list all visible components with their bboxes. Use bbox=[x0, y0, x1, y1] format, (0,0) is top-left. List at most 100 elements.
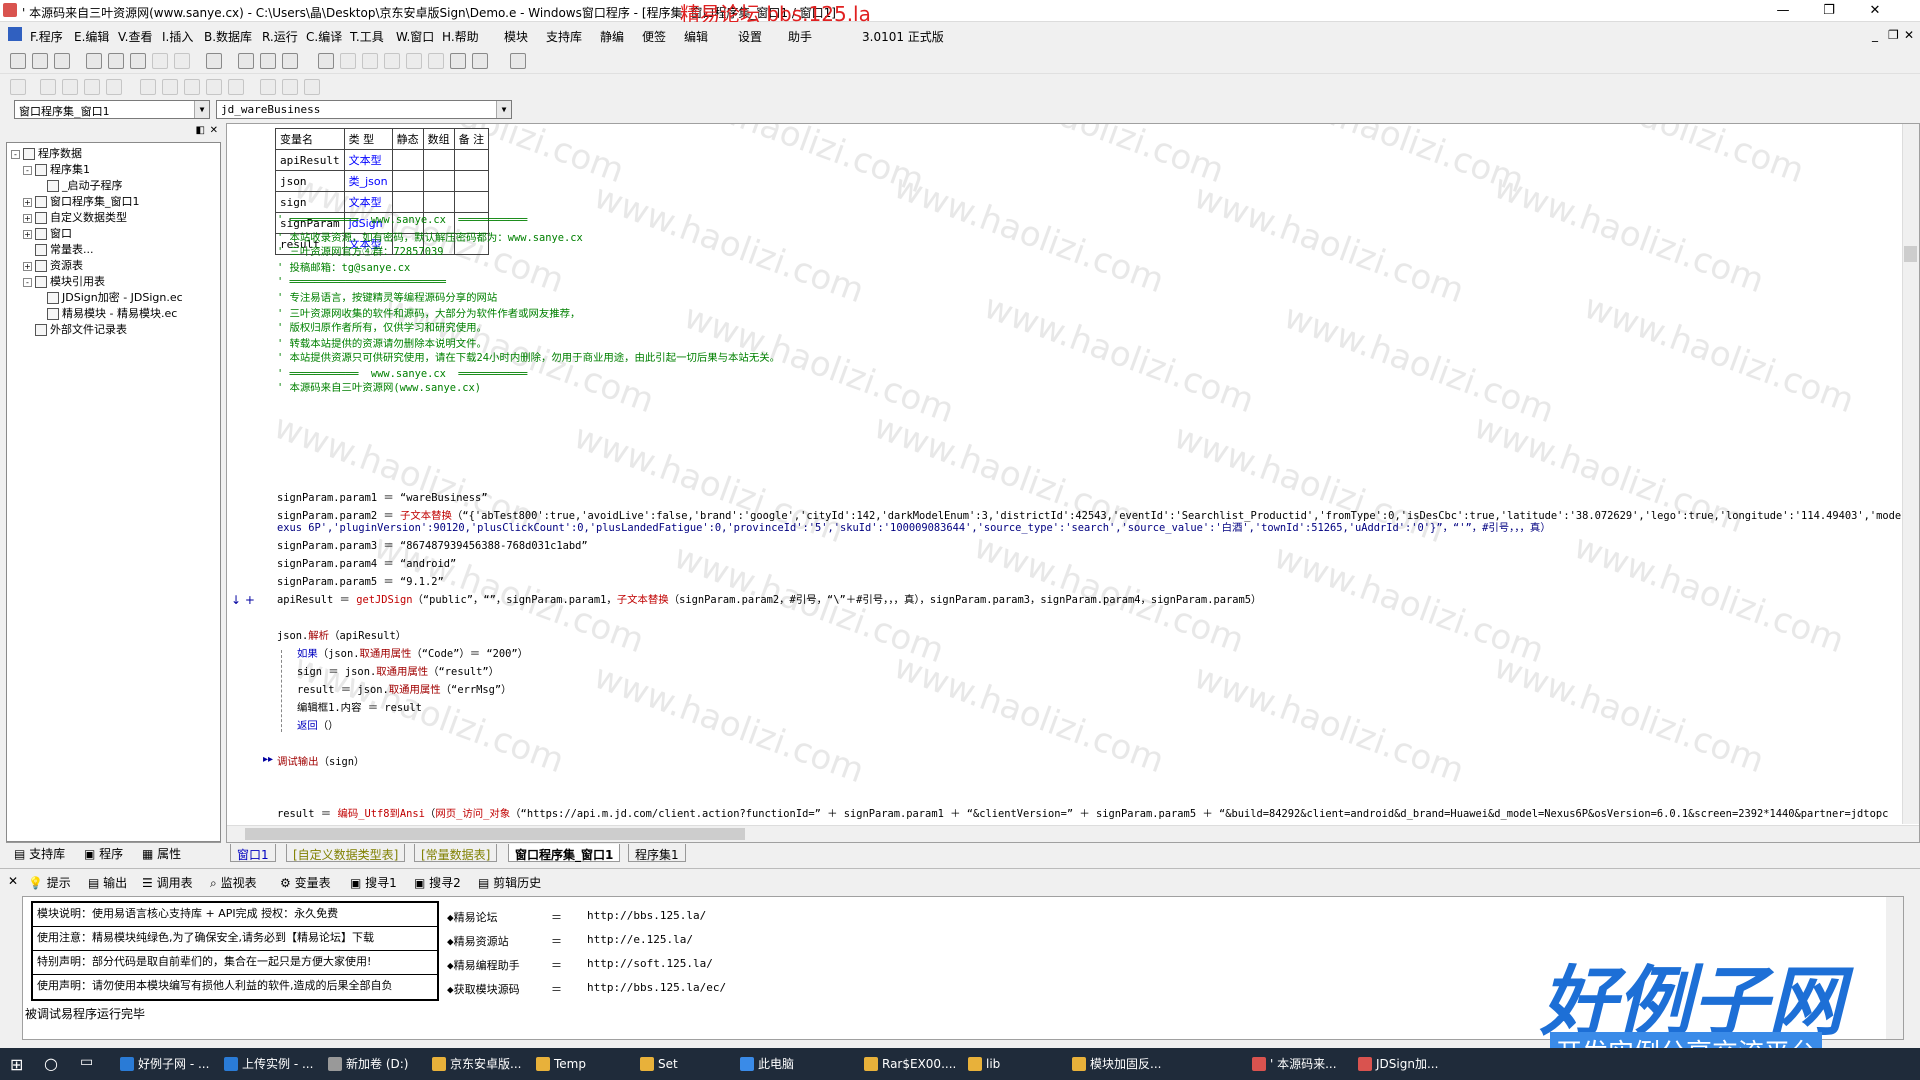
menu-support-lib[interactable]: 支持库 bbox=[546, 28, 582, 45]
var-remark-cell[interactable] bbox=[453, 191, 490, 213]
taskbar-item[interactable]: 新加卷 (D:) bbox=[326, 1052, 408, 1076]
taskbar-item[interactable]: 上传实例 - ... bbox=[222, 1052, 313, 1076]
space-v-icon[interactable] bbox=[282, 79, 298, 95]
var-array-cell[interactable] bbox=[422, 170, 455, 192]
var-type-cell[interactable]: 类_json bbox=[343, 170, 393, 192]
code-line-param2-cont[interactable]: exus 6P','pluginVersion':90120,'plusClic… bbox=[277, 522, 1551, 534]
align-bottom-icon[interactable] bbox=[106, 79, 122, 95]
same-width-icon[interactable] bbox=[184, 79, 200, 95]
output-scrollbar[interactable] bbox=[1886, 897, 1903, 1039]
same-size-icon[interactable] bbox=[228, 79, 244, 95]
pin-icon[interactable]: ◧ bbox=[196, 125, 205, 136]
tab-support-lib[interactable]: ▤ 支持库 bbox=[14, 845, 65, 861]
menu-program[interactable]: F.程序 bbox=[30, 28, 63, 45]
scroll-thumb[interactable] bbox=[245, 828, 745, 840]
menu-static-compile[interactable]: 静编 bbox=[600, 28, 624, 45]
menu-compile[interactable]: C.编译 bbox=[306, 28, 342, 45]
comment-line[interactable]: ' ═══════════ www.sanye.cx ═══════════ bbox=[277, 214, 527, 226]
layout1-icon[interactable] bbox=[238, 53, 254, 69]
align-left-icon[interactable] bbox=[40, 79, 56, 95]
expand-icon[interactable]: + bbox=[23, 213, 32, 223]
tab-variables[interactable]: ⚙ 变量表 bbox=[280, 874, 331, 891]
comment-line[interactable]: ' ═════════════════════════ bbox=[277, 276, 446, 288]
taskbar-item[interactable]: 此电脑 bbox=[738, 1052, 794, 1076]
collapse-icon[interactable]: - bbox=[23, 165, 32, 175]
cut-icon[interactable] bbox=[86, 53, 102, 69]
code-line-param3[interactable]: signParam.param3 ＝ “867487939456388-768d… bbox=[277, 540, 588, 552]
minimize-button[interactable]: — bbox=[1760, 0, 1806, 22]
tree-item[interactable]: + 自定义数据类型 bbox=[23, 210, 127, 226]
table-row[interactable]: sign 文本型 bbox=[275, 191, 490, 213]
code-editor[interactable]: www.haolizi.com www.haolizi.com www.haoliz… bbox=[226, 123, 1920, 843]
tab-watch[interactable]: ⌕ 监视表 bbox=[210, 874, 257, 891]
link-url[interactable]: http://soft.125.la/ bbox=[587, 957, 713, 970]
expand-arrow-icon[interactable]: ▸▸ bbox=[263, 754, 273, 765]
tree-item[interactable]: - 程序集1 bbox=[23, 162, 90, 178]
taskbar-item[interactable]: JDSign加... bbox=[1356, 1052, 1438, 1076]
tab-window-assembly[interactable]: 窗口程序集_窗口1 bbox=[508, 844, 621, 862]
menu-window[interactable]: W.窗口 bbox=[396, 28, 434, 45]
menu-module[interactable]: 模块 bbox=[504, 28, 528, 45]
assembly-select[interactable]: 窗口程序集_窗口1 ▼ bbox=[14, 100, 210, 119]
step-out-icon[interactable] bbox=[406, 53, 422, 69]
comment-line[interactable]: ' 投稿邮箱：tg@sanye.cx bbox=[277, 262, 410, 274]
editor-horizontal-scrollbar[interactable] bbox=[227, 825, 1919, 842]
breakpoint-icon[interactable] bbox=[450, 53, 466, 69]
run-icon[interactable] bbox=[318, 53, 334, 69]
var-static-cell[interactable] bbox=[391, 149, 424, 171]
table-row[interactable]: apiResult 文本型 bbox=[275, 149, 490, 171]
comment-line[interactable]: ' 版权归原作者所有，仅供学习和研究使用。 bbox=[277, 322, 487, 334]
link-url[interactable]: http://bbs.125.la/ bbox=[587, 909, 706, 922]
child-restore-button[interactable]: ❐ bbox=[1888, 28, 1899, 42]
collapse-icon[interactable]: - bbox=[11, 149, 20, 159]
editor-vertical-scrollbar[interactable] bbox=[1902, 124, 1919, 824]
taskbar-item[interactable]: 好例子网 - ... bbox=[118, 1052, 209, 1076]
child-close-button[interactable]: ✕ bbox=[1904, 28, 1914, 42]
code-line-request[interactable]: result ＝ 编码_Utf8到Ansi（网页_访问_对象（“https://… bbox=[277, 808, 1888, 820]
menu-editor[interactable]: 编辑 bbox=[684, 28, 708, 45]
menu-edit[interactable]: E.编辑 bbox=[74, 28, 109, 45]
step-into-icon[interactable] bbox=[384, 53, 400, 69]
comment-line[interactable]: ' 本站提供资源只可供研究使用，请在下载24小时内删除，勿用于商业用途，由此引起… bbox=[277, 352, 780, 364]
var-static-cell[interactable] bbox=[391, 191, 424, 213]
tree-item[interactable]: 常量表... bbox=[23, 242, 94, 258]
expand-icon[interactable]: + bbox=[23, 261, 32, 271]
expand-icon[interactable]: + bbox=[23, 197, 32, 207]
code-line-param1[interactable]: signParam.param1 ＝ “wareBusiness” bbox=[277, 492, 488, 504]
code-line-param5[interactable]: signParam.param5 ＝ “9.1.2” bbox=[277, 576, 444, 588]
menu-settings[interactable]: 设置 bbox=[738, 28, 762, 45]
link-row[interactable]: ◆精易资源站 ＝ http://e.125.la/ bbox=[447, 933, 693, 949]
tree-item[interactable]: _启动子程序 bbox=[35, 178, 123, 194]
center-h-icon[interactable] bbox=[140, 79, 156, 95]
tab-constants[interactable]: [常量数据表] bbox=[414, 844, 498, 862]
code-line-editbox[interactable]: 编辑框1.内容 ＝ result bbox=[297, 702, 422, 714]
open-file-icon[interactable] bbox=[32, 53, 48, 69]
tab-callstack[interactable]: ☰ 调用表 bbox=[142, 874, 193, 891]
paste-icon[interactable] bbox=[130, 53, 146, 69]
menu-assistant[interactable]: 助手 bbox=[788, 28, 812, 45]
layout3-icon[interactable] bbox=[282, 53, 298, 69]
tree-item[interactable]: + 窗口程序集_窗口1 bbox=[23, 194, 140, 210]
scroll-thumb[interactable] bbox=[1904, 246, 1917, 262]
tree-item[interactable]: 精易模块 - 精易模块.ec bbox=[35, 306, 177, 322]
code-line-debug[interactable]: 调试输出（sign） bbox=[277, 756, 364, 768]
tree-item[interactable]: + 窗口 bbox=[23, 226, 72, 242]
align-icon[interactable] bbox=[10, 79, 26, 95]
link-row[interactable]: ◆精易编程助手 ＝ http://soft.125.la/ bbox=[447, 957, 713, 973]
align-right-icon[interactable] bbox=[62, 79, 78, 95]
menu-notes[interactable]: 便签 bbox=[642, 28, 666, 45]
center-v-icon[interactable] bbox=[162, 79, 178, 95]
table-row[interactable]: json 类_json bbox=[275, 170, 490, 192]
task-view-icon[interactable]: ▭ bbox=[80, 1054, 93, 1070]
var-remark-cell[interactable] bbox=[453, 149, 490, 171]
tab-output[interactable]: ▤ 输出 bbox=[88, 874, 127, 891]
menu-tools[interactable]: T.工具 bbox=[350, 28, 384, 45]
code-line-param4[interactable]: signParam.param4 ＝ “android” bbox=[277, 558, 456, 570]
run-to-cursor-icon[interactable] bbox=[428, 53, 444, 69]
stop-icon[interactable] bbox=[340, 53, 356, 69]
copy-icon[interactable] bbox=[108, 53, 124, 69]
var-remark-cell[interactable] bbox=[453, 170, 490, 192]
tree-item[interactable]: + 资源表 bbox=[23, 258, 83, 274]
tab-clip-history[interactable]: ▤ 剪辑历史 bbox=[478, 874, 541, 891]
tab-hint[interactable]: 💡 提示 bbox=[28, 874, 71, 891]
